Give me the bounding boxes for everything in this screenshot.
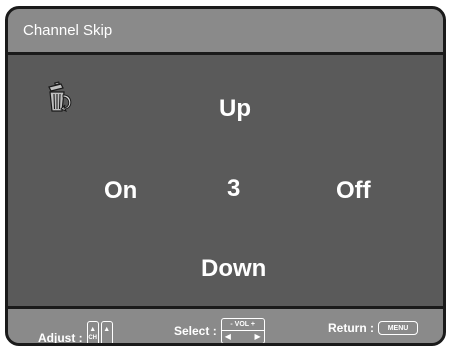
- return-hint: Return : MENU: [328, 321, 418, 335]
- vol-key-icon: - VOL + ◀ ▶: [220, 318, 265, 343]
- down-option[interactable]: Down: [201, 255, 266, 283]
- channel-skip-osd: Channel Skip Up On 3 Off Down Adjust: ▲…: [5, 6, 446, 346]
- select-hint: Select : - VOL + ◀ ▶: [174, 318, 265, 343]
- adjust-hint: Adjust : ▲ CH ▼ ▲ ▼: [38, 321, 113, 345]
- on-option[interactable]: On: [104, 177, 137, 205]
- adjust-label: Adjust :: [38, 331, 83, 345]
- select-label: Select :: [174, 324, 217, 338]
- off-option[interactable]: Off: [336, 177, 371, 205]
- trash-can-icon: [44, 81, 74, 118]
- ch-down-key-icon: ▲ CH ▼: [86, 321, 99, 343]
- footer-help-bar: Adjust : ▲ CH ▼ ▲ ▼ Select : - VOL + ◀▶ …: [8, 306, 443, 343]
- title-bar: Channel Skip: [8, 9, 443, 55]
- up-option[interactable]: Up: [219, 95, 251, 123]
- ch-up-key-icon: ▲ ▼: [100, 321, 113, 343]
- osd-content: Up On 3 Off Down: [8, 55, 443, 306]
- window-title: Channel Skip: [23, 22, 113, 39]
- return-label: Return :: [328, 321, 374, 335]
- channel-number: 3: [227, 175, 241, 202]
- menu-key-icon: MENU: [378, 321, 418, 335]
